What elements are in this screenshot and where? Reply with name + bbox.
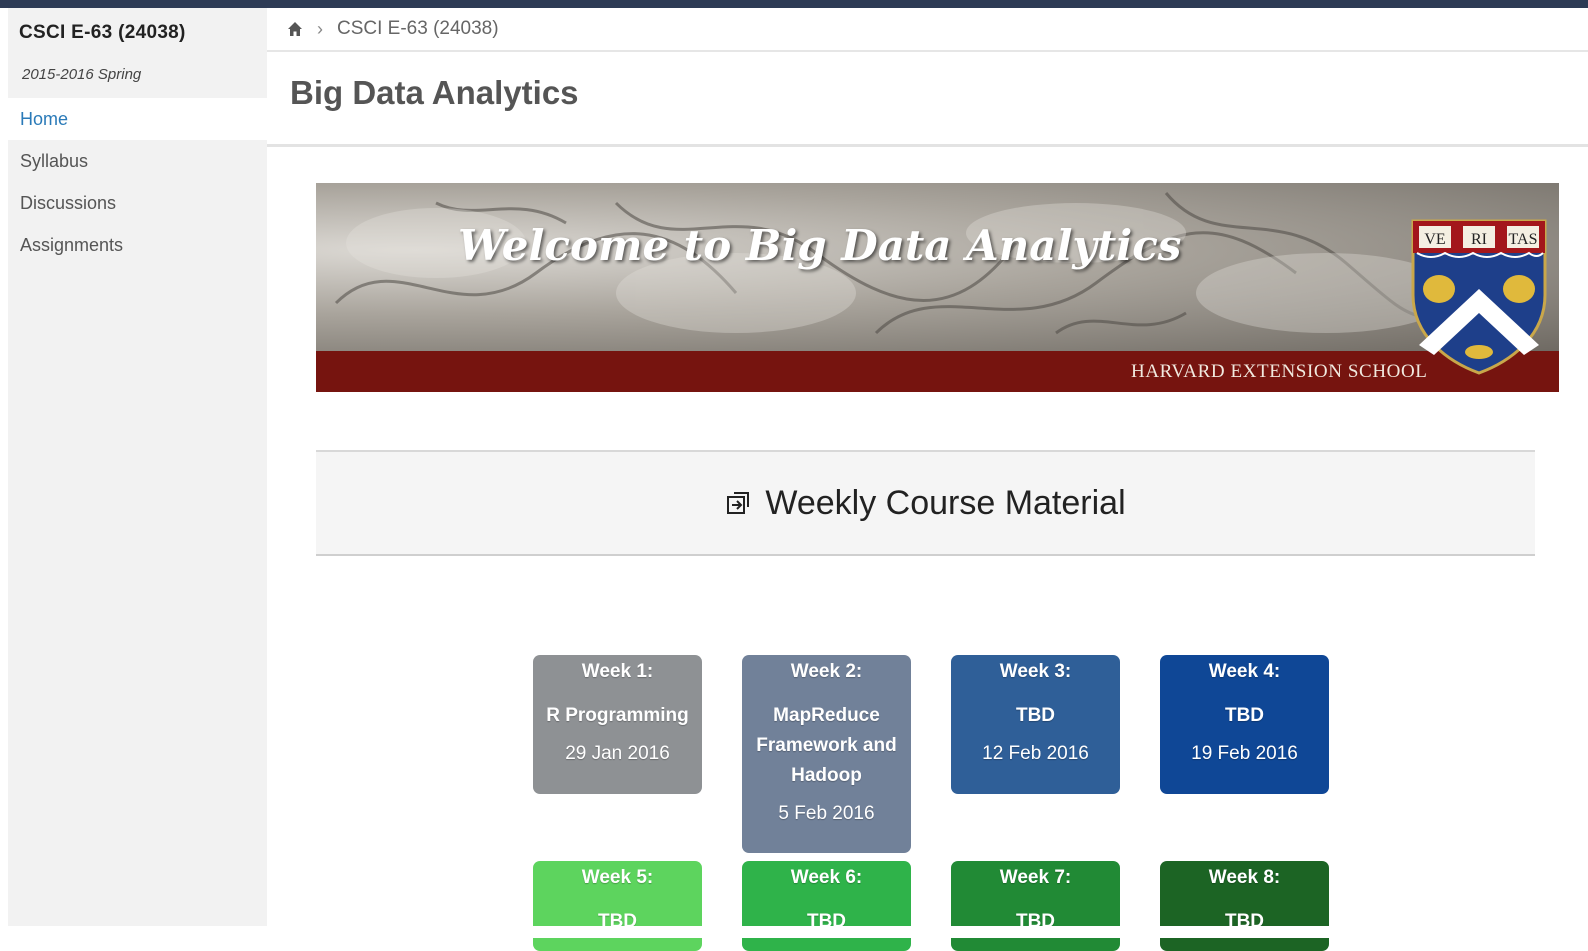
- weekly-material-title: Weekly Course Material: [765, 483, 1126, 522]
- sidebar-item-home[interactable]: Home: [8, 98, 267, 140]
- weekly-material-panel[interactable]: Weekly Course Material: [316, 450, 1535, 556]
- title-divider: [267, 144, 1588, 147]
- harvard-shield-logo: VE RI TAS: [1409, 217, 1549, 382]
- week-label: Week 2:: [790, 661, 863, 682]
- school-name: HARVARD EXTENSION SCHOOL: [1131, 361, 1428, 382]
- banner-welcome-text: Welcome to Big Data Analytics: [458, 221, 1182, 270]
- external-link-icon: [725, 490, 751, 516]
- week-label: Week 3:: [999, 661, 1072, 682]
- course-term: 2015-2016 Spring: [22, 66, 142, 83]
- week-date: 5 Feb 2016: [778, 803, 875, 824]
- sidebar-nav: Home Syllabus Discussions Assignments: [8, 98, 267, 266]
- week-1-tile[interactable]: Week 1: R Programming 29 Jan 2016: [533, 655, 702, 794]
- sidebar-item-syllabus[interactable]: Syllabus: [8, 140, 267, 182]
- week-label: Week 4:: [1208, 661, 1281, 682]
- week-date: 12 Feb 2016: [982, 743, 1089, 764]
- left-edge: [0, 8, 8, 938]
- week-topic: TBD: [1224, 705, 1265, 726]
- week-4-tile[interactable]: Week 4: TBD 19 Feb 2016: [1160, 655, 1329, 794]
- welcome-banner: Welcome to Big Data Analytics HARVARD EX…: [316, 183, 1559, 392]
- week-label: Week 8:: [1208, 867, 1281, 888]
- sidebar-item-assignments[interactable]: Assignments: [8, 224, 267, 266]
- breadcrumb: › CSCI E-63 (24038): [287, 14, 499, 44]
- week-topic: TBD: [1015, 705, 1056, 726]
- week-2-tile[interactable]: Week 2: MapReduce Framework and Hadoop 5…: [742, 655, 911, 853]
- week-label: Week 1:: [581, 661, 654, 682]
- course-code[interactable]: CSCI E-63 (24038): [19, 22, 186, 44]
- week-3-tile[interactable]: Week 3: TBD 12 Feb 2016: [951, 655, 1120, 794]
- week-date: 29 Jan 2016: [565, 743, 670, 764]
- page-title: Big Data Analytics: [290, 74, 579, 111]
- chevron-right-icon: ›: [317, 18, 323, 39]
- week-date: 19 Feb 2016: [1191, 743, 1298, 764]
- svg-text:RI: RI: [1471, 231, 1487, 248]
- svg-text:VE: VE: [1424, 231, 1445, 248]
- sidebar: CSCI E-63 (24038) 2015-2016 Spring Home …: [8, 8, 267, 938]
- breadcrumb-current[interactable]: CSCI E-63 (24038): [337, 18, 499, 40]
- week-label: Week 7:: [999, 867, 1072, 888]
- week-label: Week 5:: [581, 867, 654, 888]
- svg-text:TAS: TAS: [1509, 231, 1538, 248]
- home-icon[interactable]: [287, 21, 303, 37]
- bottom-edge: [0, 926, 1588, 938]
- breadcrumb-divider: [267, 50, 1588, 52]
- sidebar-item-discussions[interactable]: Discussions: [8, 182, 267, 224]
- top-accent-bar: [0, 0, 1588, 8]
- week-topic: R Programming: [546, 705, 689, 726]
- week-topic: MapReduce Framework and Hadoop: [756, 705, 897, 786]
- week-label: Week 6:: [790, 867, 863, 888]
